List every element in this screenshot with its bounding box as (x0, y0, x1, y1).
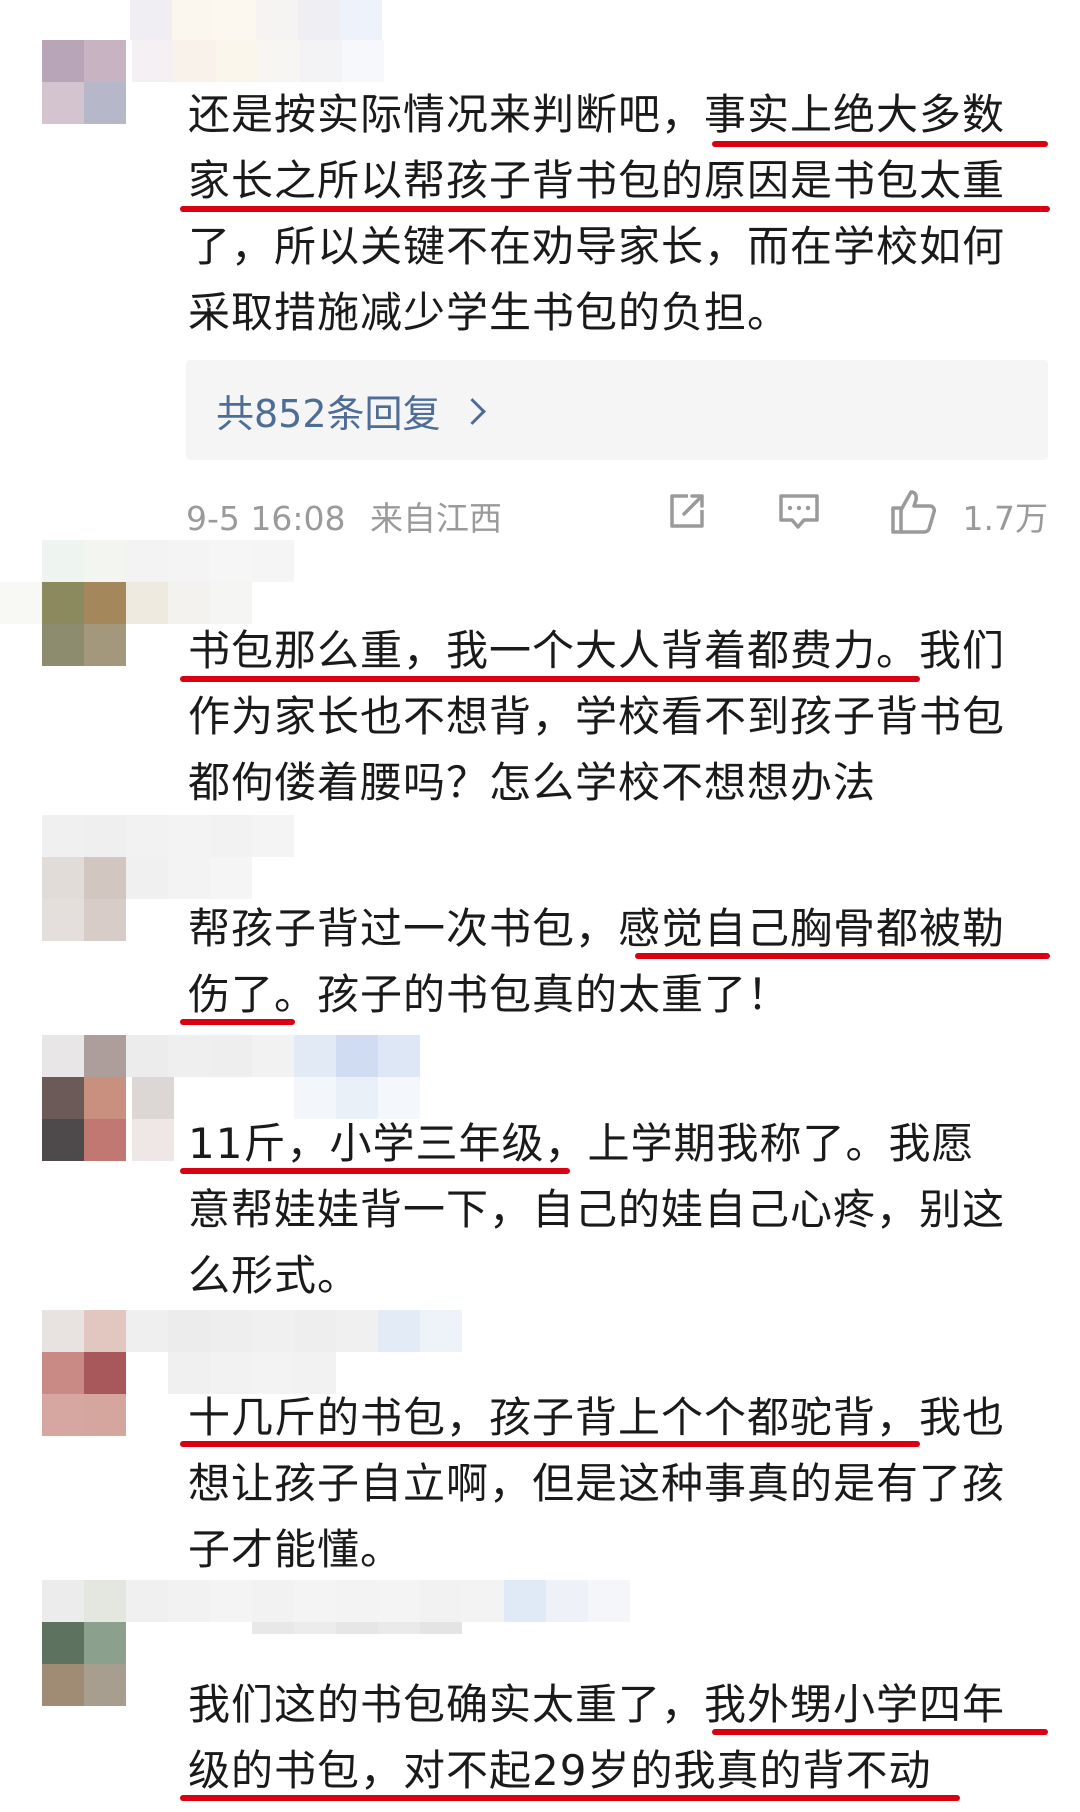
red-underline (180, 1019, 295, 1025)
comment-meta: 9-5 16:08 来自江西 1.7万 (186, 488, 1048, 538)
comment-line: 采取措施减少学生书包的负担。 (188, 288, 791, 337)
comment-text: 帮孩子背过一次书包，感觉自己胸骨都被勒 伤了。孩子的书包真的太重了！ (188, 896, 1048, 1028)
avatar[interactable] (42, 857, 132, 947)
like-count: 1.7万 (962, 499, 1048, 538)
red-underline (180, 1795, 960, 1801)
comment-location: 来自江西 (370, 499, 502, 538)
avatar[interactable] (42, 1352, 132, 1442)
comment-line: 还是按实际情况来判断吧，事实上绝大多数 (188, 90, 1006, 139)
comment-date-location: 9-5 16:08 来自江西 (186, 492, 502, 540)
comment-text: 还是按实际情况来判断吧，事实上绝大多数 家长之所以帮孩子背书包的原因是书包太重 … (188, 82, 1048, 346)
blurred-username (132, 40, 392, 82)
red-underline (180, 676, 920, 682)
comment-line: 子才能懂。 (188, 1525, 404, 1574)
comment-text: 书包那么重，我一个大人背着都费力。我们 作为家长也不想背，学校看不到孩子背书包 … (188, 618, 1048, 816)
comment-line: 都佝偻着腰吗？怎么学校不想想办法 (188, 758, 877, 807)
chevron-right-icon (458, 397, 486, 425)
red-underline (712, 141, 1048, 147)
reply-count-label: 共852条回复 (216, 391, 441, 436)
comment-line: 作为家长也不想背，学校看不到孩子背书包 (188, 692, 1006, 741)
red-underline (635, 953, 1050, 959)
comment-text: 我们这的书包确实太重了，我外甥小学四年 级的书包，对不起29岁的我真的背不动 (188, 1672, 1048, 1804)
avatar[interactable] (42, 40, 132, 130)
comment-date: 9-5 16:08 (186, 499, 346, 538)
comment-line: 家长之所以帮孩子背书包的原因是书包太重 (188, 156, 1006, 205)
comment-line: 想让孩子自立啊，但是这种事真的是有了孩 (188, 1459, 1006, 1508)
red-underline (712, 1729, 1048, 1735)
thumbs-up-icon[interactable] (888, 488, 938, 544)
avatar[interactable] (42, 1077, 132, 1167)
avatar[interactable] (42, 582, 132, 672)
red-underline (180, 1168, 570, 1174)
red-underline (180, 1441, 920, 1447)
comment-line: 么形式。 (188, 1251, 361, 1300)
comment-line: 书包那么重，我一个大人背着都费力。我们 (188, 626, 1006, 675)
comment-text: 11斤，小学三年级，上学期我称了。我愿 意帮娃娃背一下，自己的娃自己心疼，别这 … (188, 1111, 1048, 1309)
blurred-username (132, 1077, 174, 1161)
share-icon[interactable] (664, 488, 710, 542)
comment-line: 伤了。孩子的书包真的太重了！ (188, 970, 791, 1019)
comment-line: 了，所以关键不在劝导家长，而在学校如何 (188, 222, 1006, 271)
red-underline (180, 206, 1050, 212)
reply-count-button[interactable]: 共852条回复 (186, 360, 1048, 460)
avatar[interactable] (42, 1622, 132, 1712)
comment-text: 十几斤的书包，孩子背上个个都驼背，我也 想让孩子自立啊，但是这种事真的是有了孩 … (188, 1385, 1048, 1583)
comment-icon[interactable] (776, 488, 822, 542)
comment-line: 意帮娃娃背一下，自己的娃自己心疼，别这 (188, 1185, 1006, 1234)
